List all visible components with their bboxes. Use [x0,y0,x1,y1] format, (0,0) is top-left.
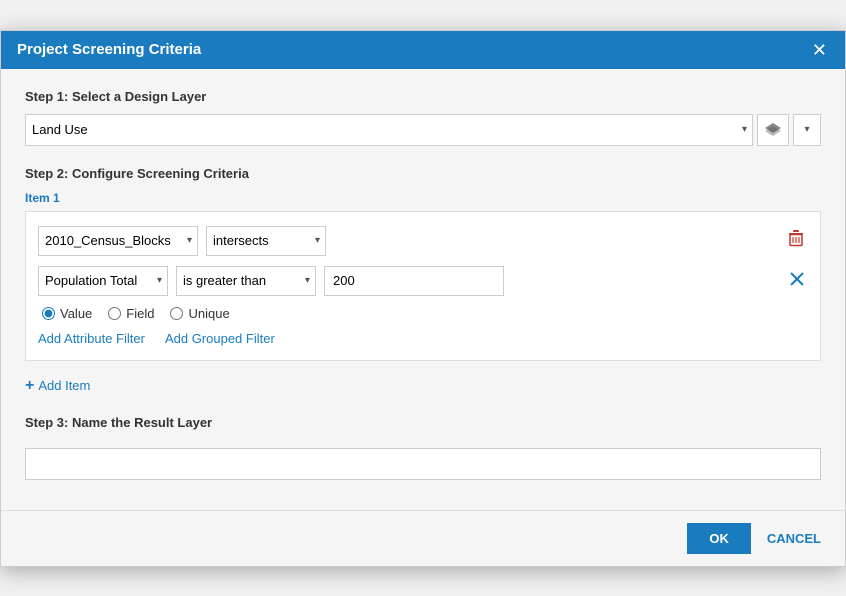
layers-icon [764,121,782,139]
add-item-button[interactable]: + Add Item [25,377,90,395]
add-filter-row: Add Attribute Filter Add Grouped Filter [38,331,808,346]
filter-operator-1-select[interactable]: intersects [206,226,326,256]
design-layer-row: Land Use ▾ [25,114,821,146]
step3-section: Step 3: Name the Result Layer [25,415,821,480]
add-item-plus-icon: + [25,377,34,395]
item-label: Item 1 [25,191,821,205]
project-screening-dialog: Project Screening Criteria ✕ Step 1: Sel… [0,30,846,567]
dialog-body: Step 1: Select a Design Layer Land Use ▾… [1,69,845,510]
ok-button[interactable]: OK [687,523,751,554]
filter-operator-2-select[interactable]: is greater than [176,266,316,296]
radio-value-label: Value [60,306,92,321]
layer-select-wrapper: Land Use [25,114,753,146]
layer-select[interactable]: Land Use [25,114,753,146]
filter-field-1-select[interactable]: 2010_Census_Blocks [38,226,198,256]
filter-field-1-wrapper: 2010_Census_Blocks [38,226,198,256]
radio-field-label: Field [126,306,154,321]
filter-row-2: Population Total is greater than 200 [38,266,808,296]
cancel-button[interactable]: CANCEL [763,523,825,554]
close-icon [790,272,804,286]
result-layer-input[interactable] [25,448,821,480]
close-button[interactable]: ✕ [810,41,829,59]
layers-icon-button[interactable] [757,114,789,146]
filter-value-2-input[interactable]: 200 [324,266,504,296]
filter-operator-1-wrapper: intersects [206,226,326,256]
dialog-header: Project Screening Criteria ✕ [1,31,845,69]
radio-row: Value Field Unique [42,306,808,321]
dialog-title: Project Screening Criteria [17,41,201,58]
step2-label: Step 2: Configure Screening Criteria [25,166,821,181]
radio-value-input[interactable] [42,307,55,320]
step1-label: Step 1: Select a Design Layer [25,89,821,104]
radio-field-input[interactable] [108,307,121,320]
step3-label: Step 3: Name the Result Layer [25,415,821,430]
filter-row-1: 2010_Census_Blocks intersects [38,226,808,256]
trash-icon [788,229,804,247]
delete-row-1-button[interactable] [784,227,808,254]
radio-value-option[interactable]: Value [42,306,92,321]
dialog-footer: OK CANCEL [1,510,845,566]
filter-group-box: 2010_Census_Blocks intersects [25,211,821,361]
add-grouped-filter-button[interactable]: Add Grouped Filter [165,331,275,346]
add-item-label: Add Item [38,378,90,393]
layer-dropdown-arrow-button[interactable]: ▾ [793,114,821,146]
add-item-row: + Add Item [25,377,821,395]
remove-row-2-button[interactable] [786,268,808,293]
filter-field-2-select[interactable]: Population Total [38,266,168,296]
step2-section: Step 2: Configure Screening Criteria Ite… [25,166,821,361]
filter-field-2-wrapper: Population Total [38,266,168,296]
add-attribute-filter-button[interactable]: Add Attribute Filter [38,331,145,346]
filter-operator-2-wrapper: is greater than [176,266,316,296]
radio-unique-label: Unique [188,306,229,321]
radio-field-option[interactable]: Field [108,306,154,321]
radio-unique-input[interactable] [170,307,183,320]
radio-unique-option[interactable]: Unique [170,306,229,321]
